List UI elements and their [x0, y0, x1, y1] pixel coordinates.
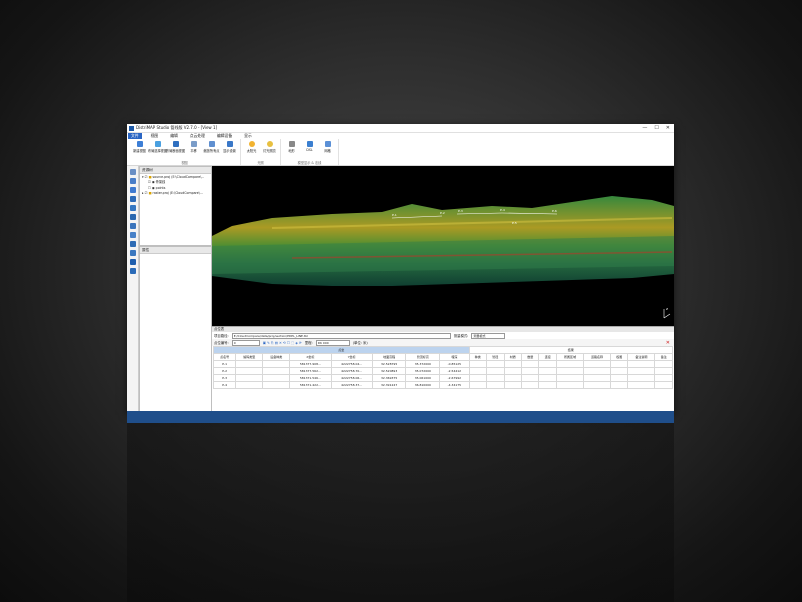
- section-view-button[interactable]: 布局断面视图: [166, 141, 185, 153]
- terrain-button[interactable]: 地形: [284, 141, 299, 153]
- screen-reflection: [127, 423, 674, 602]
- section-icon: [172, 141, 179, 147]
- layout-icon: [154, 141, 161, 147]
- minimize-button[interactable]: —: [642, 125, 647, 131]
- point-table: 点坐 结果 点名号 编码类型 设备种类 X坐标 Y坐标 地面高程 管顶标高 埋深 种类管…: [212, 346, 674, 389]
- ribbon: 新建视图 布局选择视图 布局断面视图 平移 缩放所有点 显示设置 视图 太阳光 …: [127, 139, 674, 166]
- lightbulb-icon: [266, 141, 273, 147]
- zoom-icon: [208, 141, 215, 147]
- layout-select-button[interactable]: 布局选择视图: [148, 141, 167, 153]
- screen-base: [127, 413, 674, 423]
- resource-tree: ▾ ☑ ■ source.proj (E:\CloudCompare\... ☑…: [140, 174, 211, 198]
- new-view-icon: [136, 141, 143, 147]
- sun-button[interactable]: 太阳光: [244, 141, 259, 153]
- eye-icon: [306, 141, 313, 147]
- point-label: P-2: [440, 211, 445, 215]
- measure-tool-icon[interactable]: [129, 205, 136, 211]
- display-settings-button[interactable]: 显示设置: [222, 141, 237, 153]
- sun-icon: [248, 141, 255, 147]
- ribbon-group-light: 太阳光 灯光照亮 光照: [241, 139, 281, 165]
- panel-title: 资源树: [140, 167, 211, 174]
- title-bar: DistriMAP Studio 管线版 V2.7.0 - [View 1] —…: [127, 124, 674, 133]
- toolbar-icons[interactable]: ▣ ✎ ⎘ ▤ ✕ ⟲ ☐ ⬚ ◈ ⟳: [263, 341, 302, 345]
- layer-tool-icon[interactable]: [129, 232, 136, 238]
- mode-field[interactable]: 测量模式: [471, 332, 506, 339]
- close-panel-icon[interactable]: ✕: [666, 340, 670, 346]
- table-row[interactable]: P-3 581371.546... 4222758.06... 32.369375 35…: [212, 374, 673, 382]
- mileage-field[interactable]: DK 000: [315, 339, 350, 346]
- project-path-field[interactable]: E:/CloudCompare/data/proj/section/PDPL_L…: [231, 332, 451, 339]
- maximize-button[interactable]: ☐: [654, 125, 658, 131]
- ribbon-group-label: 视图: [181, 161, 188, 165]
- pan-icon: [190, 141, 197, 147]
- ribbon-group-model: 地形 DSL 网格 模型显示 & 法线: [281, 139, 339, 165]
- left-toolbar: [127, 166, 139, 412]
- table-row[interactable]: P-1 581377.908... 4222758.04... 32.528795 35…: [212, 360, 673, 368]
- point-label: P-6: [552, 209, 557, 213]
- dsl-button[interactable]: DSL: [302, 141, 317, 152]
- window-title: DistriMAP Studio 管线版 V2.7.0 - [View 1]: [136, 125, 218, 130]
- pan-button[interactable]: 平移: [186, 141, 201, 153]
- app-logo-icon: [129, 125, 134, 131]
- zoom-tool-icon[interactable]: [129, 178, 136, 184]
- header-row: 点名号 编码类型 设备种类 X坐标 Y坐标 地面高程 管顶标高 埋深 种类 管径 材质 数量…: [212, 353, 673, 361]
- terrain-icon: [288, 141, 295, 147]
- group-header: 点坐: [213, 346, 470, 354]
- group-header: 结果: [468, 346, 674, 354]
- cube-tool-icon[interactable]: [129, 268, 136, 274]
- point-label: P-5: [512, 221, 517, 225]
- filter-tool-icon[interactable]: [129, 241, 136, 247]
- point-table-panel: 点位表 项目路径: E:/CloudCompare/data/proj/sect…: [212, 326, 674, 411]
- select-tool-icon[interactable]: [129, 196, 136, 202]
- point-cloud-canvas: P-1 P-2 P-3 P-4 P-5 P-6 Z: [212, 196, 674, 319]
- svg-text:Z: Z: [666, 307, 668, 311]
- monitor-icon: [226, 141, 233, 147]
- mesh-icon: [324, 141, 331, 147]
- tree-item[interactable]: ▸ ☑ ■ raster.proj (E:\CloudCompare\...: [142, 191, 209, 196]
- point-cloud-viewer[interactable]: P-1 P-2 P-3 P-4 P-5 P-6 Z: [212, 166, 674, 326]
- table-row[interactable]: P-2 581377.562... 4222758.70... 32.520893 35…: [212, 367, 673, 375]
- settings-tool-icon[interactable]: [129, 259, 136, 265]
- point-label: P-1: [392, 213, 397, 217]
- point-number-field[interactable]: 0: [231, 339, 260, 346]
- window-controls: — ☐ ✕: [642, 125, 670, 131]
- resource-tree-panel: 资源树 ▾ ☑ ■ source.proj (E:\CloudCompare\.…: [139, 166, 212, 246]
- mesh-button[interactable]: 网格: [320, 141, 335, 153]
- new-view-button[interactable]: 新建视图: [132, 141, 147, 153]
- app-window: DistriMAP Studio 管线版 V2.7.0 - [View 1] —…: [127, 124, 674, 413]
- edit-tool-icon[interactable]: [129, 223, 136, 229]
- point-label: P-3: [458, 209, 463, 213]
- table-row[interactable]: P-4 581371.422... 4222758.37... 32.391247 36…: [212, 381, 673, 389]
- properties-panel: 属性: [139, 246, 212, 412]
- point-label: P-4: [500, 208, 505, 212]
- panel-title: 属性: [140, 247, 211, 254]
- section-tool-icon[interactable]: [129, 214, 136, 220]
- close-button[interactable]: ✕: [666, 125, 670, 131]
- zoom-all-button[interactable]: 缩放所有点: [204, 141, 219, 153]
- eye-tool-icon[interactable]: [129, 187, 136, 193]
- move-tool-icon[interactable]: [129, 169, 136, 175]
- export-tool-icon[interactable]: [129, 250, 136, 256]
- ribbon-group-view: 新建视图 布局选择视图 布局断面视图 平移 缩放所有点 显示设置 视图: [129, 139, 241, 165]
- lamp-button[interactable]: 灯光照亮: [262, 141, 277, 153]
